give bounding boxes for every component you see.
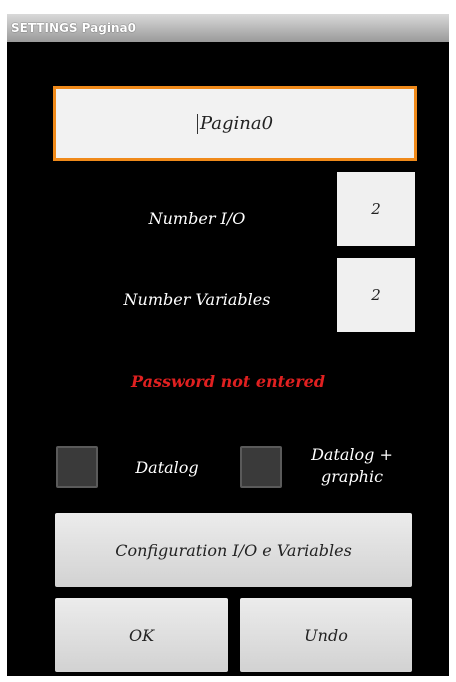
window-title: SETTINGS Pagina0 <box>7 14 449 42</box>
ok-button[interactable]: OK <box>55 598 228 672</box>
datalog-label: Datalog <box>135 458 199 477</box>
text-caret <box>196 113 198 134</box>
datalog-graphic-label-line1: Datalog + <box>311 445 393 464</box>
datalog-graphic-checkbox[interactable] <box>240 446 282 488</box>
number-io-value: 2 <box>371 200 381 218</box>
number-variables-label: Number Variables <box>123 290 271 309</box>
datalog-graphic-label: Datalog + graphic <box>297 444 407 488</box>
datalog-graphic-label-line2: graphic <box>320 467 384 486</box>
number-variables-value: 2 <box>371 286 381 304</box>
page-name-value: Pagina0 <box>199 113 274 134</box>
number-variables-field[interactable]: 2 <box>337 258 415 332</box>
datalog-checkbox[interactable] <box>56 446 98 488</box>
page-name-input[interactable]: Pagina0 <box>53 86 417 161</box>
number-io-field[interactable]: 2 <box>337 172 415 246</box>
undo-button[interactable]: Undo <box>240 598 412 672</box>
configuration-button[interactable]: Configuration I/O e Variables <box>55 513 412 587</box>
number-io-label: Number I/O <box>148 209 246 228</box>
password-warning: Password not entered <box>130 372 326 391</box>
settings-screen: SETTINGS Pagina0 Pagina0 Number I/O 2 Nu… <box>7 14 449 676</box>
